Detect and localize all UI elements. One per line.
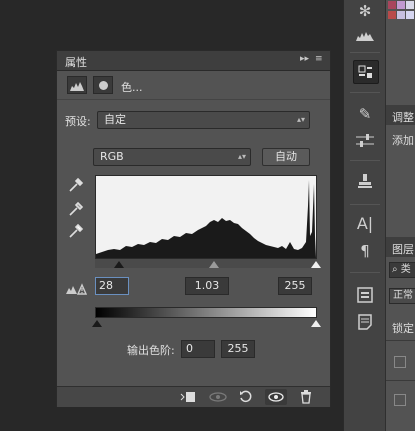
input-gamma-field[interactable]: 1.03 (185, 277, 229, 295)
swatches[interactable] (388, 0, 415, 22)
chevron-updown-icon: ▴▾ (296, 115, 305, 124)
brush-icon[interactable]: ✎ (353, 103, 377, 125)
properties-icon[interactable] (353, 60, 379, 84)
channel-value: RGB (100, 150, 124, 163)
tool-strip: ✻ ✎ A| ¶ (343, 0, 386, 431)
output-levels-label: 输出色阶: (127, 344, 175, 357)
channel-select[interactable]: RGB ▴▾ (93, 148, 251, 166)
layers-icon[interactable] (353, 284, 377, 306)
histogram-icon[interactable] (353, 24, 377, 46)
add-adjustment-label: 添加 (392, 134, 414, 147)
lock-label: 锁定: (392, 322, 415, 335)
output-black-handle[interactable] (92, 320, 102, 327)
layers-tab[interactable]: 图层 (392, 241, 414, 257)
properties-tab-bar: 属性 ▸▸ ≡ (57, 51, 330, 71)
visibility-icon[interactable] (265, 389, 287, 405)
properties-panel: 属性 ▸▸ ≡ 色... 预设: 自定 ▴▾ RGB ▴▾ 自动 28 1.03… (56, 50, 331, 407)
levels-adjustment-icon[interactable] (67, 76, 87, 94)
character-icon[interactable]: A| (353, 212, 377, 234)
output-white-field[interactable]: 255 (221, 340, 255, 358)
clip-to-layer-icon[interactable] (177, 389, 199, 405)
adjustments-tab[interactable]: 调整 (392, 109, 414, 125)
input-levels-slider[interactable] (95, 259, 317, 268)
clipping-warning-icon[interactable] (65, 280, 88, 295)
stamp-icon[interactable] (353, 170, 377, 192)
layer-visibility-checkbox[interactable] (394, 394, 406, 406)
black-eyedropper-icon[interactable] (67, 176, 85, 194)
input-gamma-handle[interactable] (209, 261, 219, 268)
panel-bottom-bar (57, 386, 330, 407)
paragraph-icon[interactable]: ¶ (353, 240, 377, 262)
mask-icon[interactable] (93, 76, 113, 94)
kind-label: 类 (400, 264, 411, 275)
output-black-field[interactable]: 0 (181, 340, 215, 358)
auto-button[interactable]: 自动 (262, 148, 310, 166)
blend-mode-select[interactable]: 正常 (389, 288, 415, 304)
chevron-updown-icon: ▴▾ (237, 152, 246, 161)
input-white-field[interactable]: 255 (278, 277, 312, 295)
input-black-handle[interactable] (114, 261, 124, 268)
input-white-handle[interactable] (311, 261, 321, 268)
input-black-field[interactable]: 28 (95, 277, 129, 295)
histogram-graph (96, 180, 316, 258)
adjustment-name: 色... (121, 81, 143, 94)
layer-filter-kind[interactable]: ⌕ 类 (389, 262, 415, 278)
output-gradient (95, 307, 317, 318)
right-panels: 调整 添加 图层 ⌕ 类 正常 锁定: (385, 0, 415, 431)
properties-tab-title[interactable]: 属性 (65, 54, 87, 70)
output-white-handle[interactable] (311, 320, 321, 327)
preset-select[interactable]: 自定 ▴▾ (97, 111, 310, 129)
collapse-icon[interactable]: ▸▸ (300, 54, 309, 64)
white-eyedropper-icon[interactable] (67, 222, 85, 240)
reset-icon[interactable] (235, 389, 257, 405)
view-previous-icon[interactable] (207, 389, 229, 405)
navigator-icon[interactable]: ✻ (353, 0, 377, 22)
adjust-sliders-icon[interactable] (353, 130, 377, 152)
preset-value: 自定 (104, 113, 126, 126)
notes-icon[interactable] (353, 311, 377, 333)
panel-menu-icon[interactable]: ≡ (315, 54, 323, 64)
layer-visibility-checkbox[interactable] (394, 356, 406, 368)
histogram (95, 175, 317, 259)
gray-eyedropper-icon[interactable] (67, 200, 85, 218)
trash-icon[interactable] (295, 389, 317, 405)
preset-label: 预设: (65, 115, 91, 128)
